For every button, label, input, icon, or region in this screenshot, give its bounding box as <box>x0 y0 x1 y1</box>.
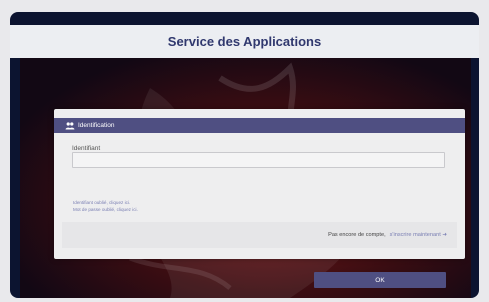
login-panel: Identification Identifiant OK Identifian… <box>54 109 465 288</box>
panel-title: Identification <box>78 122 115 129</box>
no-account-text: Pas encore de compte, <box>328 232 386 238</box>
app-frame: Service des Applications Identification … <box>10 12 479 298</box>
identifiant-label: Identifiant <box>72 145 101 152</box>
identifiant-input[interactable] <box>72 152 445 168</box>
users-icon <box>65 121 75 131</box>
register-bar: Pas encore de compte, s'inscrire mainten… <box>62 222 457 248</box>
app-header: Service des Applications <box>10 25 479 58</box>
page-title: Service des Applications <box>167 34 322 49</box>
sign-in-icon: ➜ <box>442 232 447 238</box>
register-link-label[interactable]: s'inscrire maintenant <box>390 232 441 238</box>
forgot-password-link[interactable]: Mot de passe oublié, cliquez ici. <box>73 207 138 212</box>
register-link[interactable]: s'inscrire maintenant ➜ <box>390 232 447 238</box>
panel-header: Identification <box>54 118 465 133</box>
ok-button[interactable]: OK <box>314 272 446 288</box>
forgot-id-link[interactable]: Identifiant oublié, cliquez ici. <box>73 200 130 205</box>
